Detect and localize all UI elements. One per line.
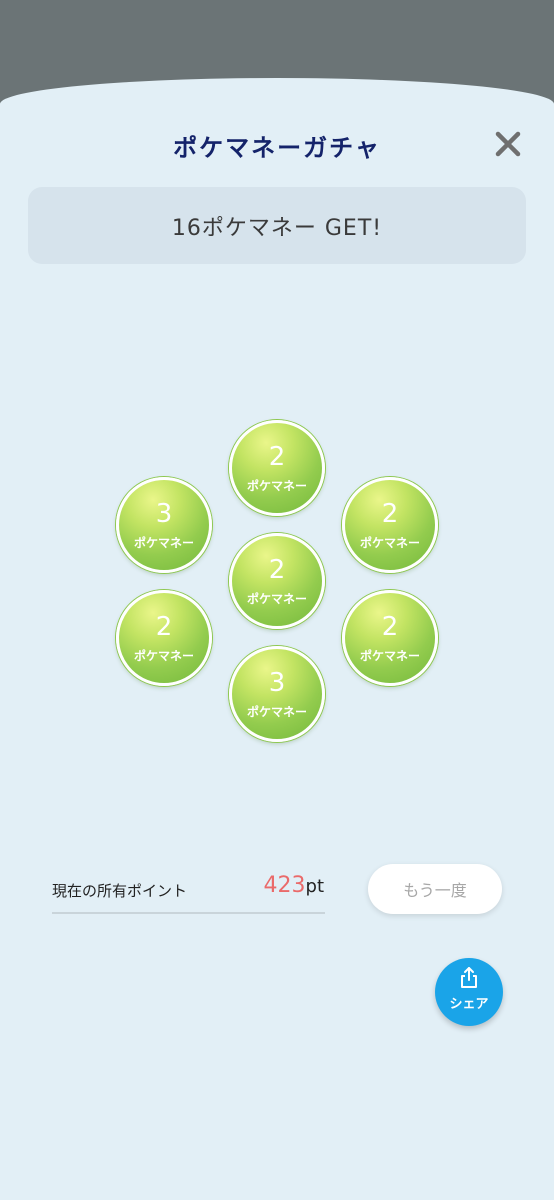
close-icon xyxy=(495,131,521,157)
coin-bottom: 3 ポケマネー xyxy=(229,646,325,742)
coin-lower-right: 2 ポケマネー xyxy=(342,590,438,686)
points-value: 423 xyxy=(263,873,306,898)
coin-unit: ポケマネー xyxy=(246,479,307,493)
coin-center: 2 ポケマネー xyxy=(229,533,325,629)
coin-value: 3 xyxy=(268,668,286,698)
coin-value: 2 xyxy=(381,499,399,529)
close-button[interactable] xyxy=(490,126,526,162)
coin-lower-left: 2 ポケマネー xyxy=(116,590,212,686)
coin-value: 2 xyxy=(381,612,399,642)
coin-upper-left: 3 ポケマネー xyxy=(116,477,212,573)
coin-unit: ポケマネー xyxy=(359,536,420,550)
retry-button[interactable]: もう一度 xyxy=(368,864,502,914)
coin-top: 2 ポケマネー xyxy=(229,420,325,516)
share-button[interactable]: シェア xyxy=(435,958,503,1026)
coin-value: 2 xyxy=(155,612,173,642)
coin-value: 2 xyxy=(268,555,286,585)
points-divider xyxy=(52,912,325,914)
coin-value: 2 xyxy=(268,442,286,472)
share-label: シェア xyxy=(449,997,489,1012)
coin-unit: ポケマネー xyxy=(246,592,307,606)
coin-unit: ポケマネー xyxy=(246,705,307,719)
coin-value: 3 xyxy=(155,499,173,529)
coin-upper-right: 2 ポケマネー xyxy=(342,477,438,573)
result-text: 16ポケマネー GET! xyxy=(171,215,383,241)
points-unit: pt xyxy=(305,876,324,897)
points-display: 423pt xyxy=(200,873,324,898)
coin-unit: ポケマネー xyxy=(133,536,194,550)
result-banner: 16ポケマネー GET! xyxy=(28,187,526,264)
coin-unit: ポケマネー xyxy=(359,649,420,663)
modal-title: ポケマネーガチャ xyxy=(173,134,381,162)
retry-label: もう一度 xyxy=(403,881,467,900)
share-icon xyxy=(461,967,477,988)
coin-unit: ポケマネー xyxy=(133,649,194,663)
points-label: 現在の所有ポイント xyxy=(52,882,188,900)
